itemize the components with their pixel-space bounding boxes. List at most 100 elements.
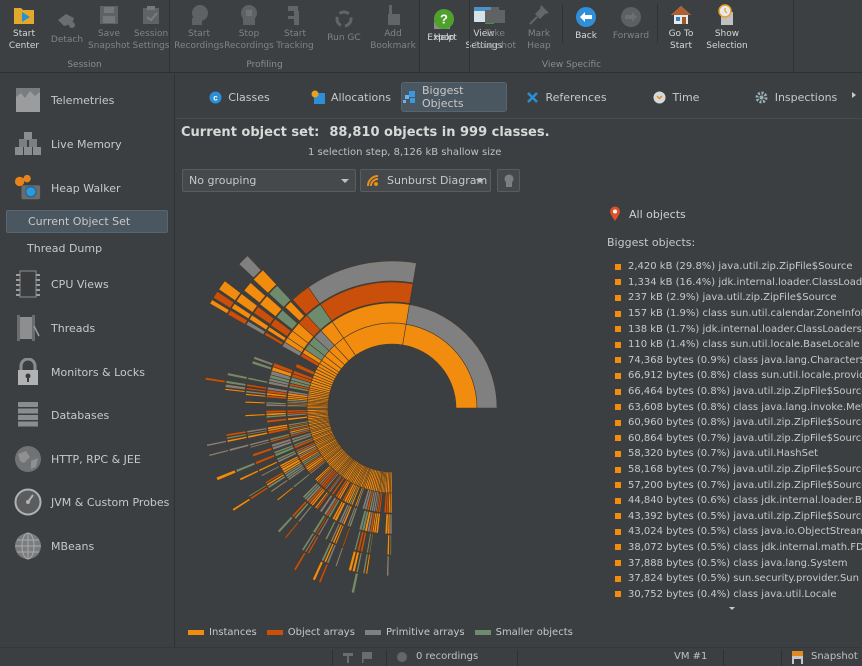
sunburst-segment[interactable] (228, 443, 250, 452)
sunburst-chart[interactable] (176, 196, 596, 616)
biggest-object-item[interactable]: 30,752 bytes (0.4%) class java.util.Loca… (615, 586, 862, 602)
sidebar-item-http-rpc-jee[interactable]: HTTP, RPC & JEE (0, 439, 175, 479)
sidebar-item-threads[interactable]: Threads (0, 308, 175, 348)
biggest-object-item[interactable]: 58,320 bytes (0.7%) java.util.HashSet (615, 446, 862, 462)
grouping-select[interactable]: No grouping (182, 169, 356, 192)
sunburst-segment[interactable] (244, 400, 266, 404)
view-type-select[interactable]: Sunburst Diagram (360, 169, 491, 192)
start-recordings-button[interactable]: Start Recordings (174, 0, 224, 59)
show-in-graph-button[interactable] (497, 169, 520, 192)
tab-biggest-objects[interactable]: Biggest Objects (401, 82, 507, 112)
sunburst-segment[interactable] (286, 404, 308, 408)
sunburst-segment[interactable] (293, 551, 307, 572)
object-label: 37,888 bytes (0.5%) class java.lang.Syst… (628, 557, 848, 569)
go-to-start-button[interactable]: Go To Start (660, 0, 702, 59)
biggest-object-item[interactable]: 63,608 bytes (0.8%) class java.lang.invo… (615, 399, 862, 415)
sidebar-item-monitors-locks[interactable]: Monitors & Locks (0, 352, 175, 392)
sunburst-segment[interactable] (231, 497, 251, 512)
biggest-object-item[interactable]: 66,464 bytes (0.8%) java.util.zip.ZipFil… (615, 384, 862, 400)
object-bullet-icon (615, 372, 621, 379)
tab-inspections[interactable]: Inspections (741, 82, 851, 112)
biggest-object-item[interactable]: 58,168 bytes (0.7%) java.util.zip.ZipFil… (615, 462, 862, 478)
biggest-object-item[interactable]: 38,072 bytes (0.5%) class jdk.internal.m… (615, 540, 862, 556)
sunburst-segment[interactable] (235, 461, 256, 473)
sunburst-segment[interactable] (276, 486, 294, 502)
sunburst-segment[interactable] (208, 449, 229, 457)
sunburst-segment[interactable] (254, 454, 276, 465)
session-mode: Snapshot (811, 651, 858, 662)
sidebar-item-heap-walker[interactable]: Heap Walker (0, 168, 175, 208)
biggest-object-item[interactable]: 37,824 bytes (0.5%) sun.security.provide… (615, 571, 862, 587)
sunburst-segment[interactable] (287, 415, 308, 421)
back-button[interactable]: Back (565, 0, 607, 59)
sunburst-segment[interactable] (341, 527, 351, 548)
biggest-object-item[interactable]: 66,912 bytes (0.8%) class sun.util.local… (615, 368, 862, 384)
biggest-object-item[interactable]: 60,960 bytes (0.8%) java.util.zip.ZipFil… (615, 415, 862, 431)
start-center-button[interactable]: Start Center (2, 0, 46, 59)
sidebar-item-cpu-views[interactable]: CPU Views (0, 264, 175, 304)
sunburst-segment[interactable] (265, 403, 287, 407)
detach-button[interactable]: Detach (46, 0, 88, 59)
object-bullet-icon (615, 450, 621, 457)
tab-allocations[interactable]: Allocations (301, 82, 401, 112)
show-selection-button[interactable]: Show Selection (702, 0, 752, 59)
biggest-object-item[interactable]: 138 kB (1.7%) jdk.internal.loader.ClassL… (615, 321, 862, 337)
biggest-object-item[interactable]: 74,368 bytes (0.9%) class java.lang.Char… (615, 353, 862, 369)
sunburst-segment[interactable] (204, 376, 226, 384)
sunburst-segment[interactable] (252, 447, 273, 458)
biggest-object-item[interactable]: 2,420 kB (29.8%) java.util.zip.ZipFile$S… (615, 259, 862, 275)
sidebar-item-jvm-custom-probes[interactable]: JVM & Custom Probes (0, 482, 175, 522)
sunburst-segment[interactable] (244, 413, 266, 417)
biggest-object-item[interactable]: 43,392 bytes (0.5%) java.util.zip.ZipFil… (615, 509, 862, 525)
sunburst-segment[interactable] (215, 469, 237, 481)
biggest-object-item[interactable]: 60,864 bytes (0.7%) java.util.zip.ZipFil… (615, 431, 862, 447)
biggest-object-item[interactable]: 57,200 bytes (0.7%) java.util.zip.ZipFil… (615, 477, 862, 493)
add-bookmark-icon (382, 4, 404, 26)
biggest-object-item[interactable]: 157 kB (1.9%) class sun.util.calendar.Zo… (615, 306, 862, 322)
sunburst-segment[interactable] (239, 469, 259, 481)
help-button[interactable]: ? Help (420, 0, 468, 59)
sidebar-item-live-memory[interactable]: Live Memory (0, 124, 175, 164)
sidebar-subitem-current-object-set[interactable]: Current Object Set (6, 210, 168, 233)
sunburst-segment[interactable] (386, 555, 390, 577)
take-snapshot-button[interactable]: Take Snapshot (472, 0, 518, 59)
biggest-object-item[interactable]: 237 kB (2.9%) java.util.zip.ZipFile$Sour… (615, 290, 862, 306)
sunburst-segment[interactable] (389, 492, 393, 514)
sunburst-segment[interactable] (334, 546, 344, 568)
object-label: 60,864 bytes (0.7%) java.util.zip.ZipFil… (628, 432, 862, 444)
sidebar-subitem-thread-dump[interactable]: Thread Dump (6, 237, 168, 260)
lock-icon (14, 358, 42, 386)
biggest-object-item[interactable]: 43,024 bytes (0.5%) class java.io.Object… (615, 524, 862, 540)
tab-references[interactable]: References (521, 82, 611, 112)
biggest-object-item[interactable]: 44,840 bytes (0.6%) class jdk.internal.l… (615, 493, 862, 509)
add-bookmark-button[interactable]: Add Bookmark (368, 0, 418, 59)
save-snapshot-button[interactable]: Save Snapshot (88, 0, 130, 59)
biggest-object-item[interactable]: 37,888 bytes (0.5%) class java.lang.Syst… (615, 555, 862, 571)
run-gc-button[interactable]: Run GC (320, 0, 368, 59)
tab-time[interactable]: Time (646, 82, 706, 112)
sidebar-item-mbeans[interactable]: MBeans (0, 526, 175, 566)
scroll-down-arrow[interactable] (729, 607, 735, 610)
forward-button[interactable]: Forward (607, 0, 655, 59)
tab-classes[interactable]: c Classes (194, 82, 284, 112)
tabs-overflow-arrow[interactable] (852, 92, 856, 98)
sidebar-item-databases[interactable]: Databases (0, 395, 175, 435)
sunburst-segment[interactable] (389, 534, 392, 556)
biggest-object-item[interactable]: 110 kB (1.4%) class sun.util.locale.Base… (615, 337, 862, 353)
sunburst-segment[interactable] (386, 534, 390, 556)
sidebar-item-telemetries[interactable]: Telemetries (0, 80, 175, 120)
sunburst-segment[interactable] (247, 376, 269, 384)
root-node-link[interactable]: All objects (609, 206, 686, 222)
sunburst-segment[interactable] (266, 417, 288, 424)
sunburst-segment[interactable] (390, 471, 393, 494)
biggest-object-item[interactable]: 1,334 kB (16.4%) jdk.internal.loader.Cla… (615, 275, 862, 291)
sunburst-segment[interactable] (389, 513, 393, 535)
mark-heap-button[interactable]: Mark Heap (518, 0, 560, 59)
session-settings-button[interactable]: Session Settings (130, 0, 172, 59)
stop-recordings-button[interactable]: Stop Recordings (224, 0, 274, 59)
start-tracking-button[interactable]: Start Tracking (274, 0, 316, 59)
object-bullet-icon (615, 528, 621, 535)
sunburst-segment[interactable] (226, 372, 248, 380)
sunburst-segment[interactable] (350, 572, 359, 594)
sunburst-segment[interactable] (206, 440, 227, 447)
